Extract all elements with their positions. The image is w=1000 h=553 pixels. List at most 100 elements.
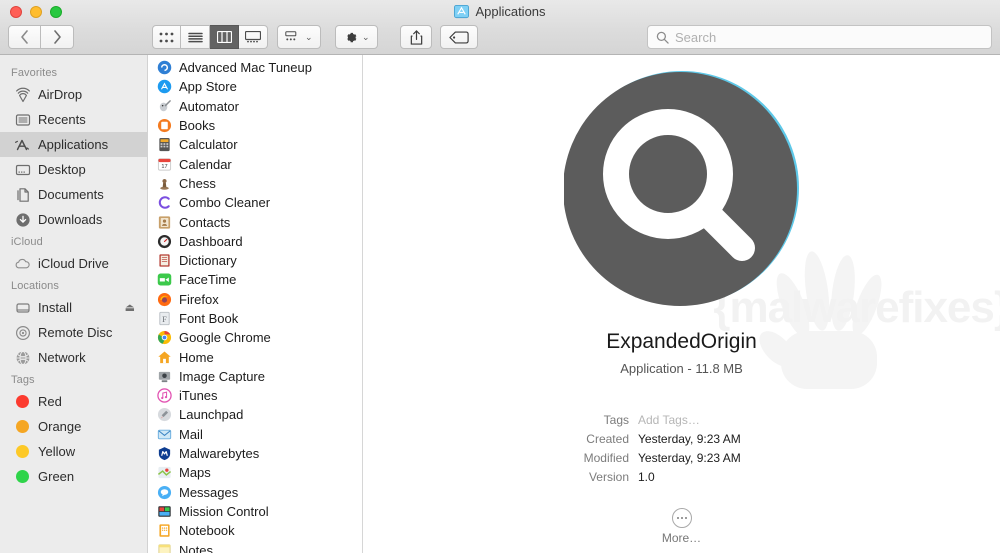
metadata-row-created: Created Yesterday, 9:23 AM: [363, 430, 1000, 449]
icon-view-button[interactable]: [152, 25, 181, 49]
app-icon-facetime: [157, 273, 172, 286]
sidebar-item-desktop[interactable]: Desktop: [0, 157, 147, 182]
column-view-button[interactable]: [210, 25, 239, 49]
remote-disc-icon: [14, 324, 31, 341]
sidebar-heading-favorites: Favorites: [11, 67, 58, 79]
sidebar-item-label: Applications: [38, 137, 109, 152]
list-item[interactable]: iTunes: [148, 386, 362, 405]
list-item[interactable]: Dashboard: [148, 232, 362, 251]
sidebar-item-downloads[interactable]: Downloads: [0, 207, 147, 232]
sidebar-heading-locations: Locations: [11, 280, 59, 292]
search-field[interactable]: Search: [647, 25, 992, 49]
list-item[interactable]: Calculator: [148, 135, 362, 154]
list-item[interactable]: Mission Control: [148, 502, 362, 521]
app-icon-google-chrome: [157, 331, 172, 345]
sidebar: Favorites AirDrop Recents Applications D…: [0, 55, 148, 553]
preview-kind-size: Application - 11.8 MB: [620, 361, 743, 376]
sidebar-item-icloud-drive[interactable]: iCloud Drive: [0, 251, 147, 276]
documents-icon: [14, 186, 31, 203]
list-item[interactable]: Firefox: [148, 290, 362, 309]
sidebar-item-airdrop[interactable]: AirDrop: [0, 82, 147, 107]
sidebar-item-label: Green: [38, 469, 75, 484]
app-icon-app-store: [157, 80, 172, 94]
app-icon-advanced-mac-tuneup: [157, 60, 172, 75]
app-icon-itunes: [157, 388, 172, 403]
add-tags-field[interactable]: Add Tags…: [638, 411, 700, 430]
file-list-column[interactable]: Advanced Mac Tuneup App Store Automator …: [148, 55, 363, 553]
list-item[interactable]: Launchpad: [148, 405, 362, 424]
sidebar-item-label: Recents: [38, 112, 86, 127]
network-globe-icon: [14, 349, 31, 366]
sidebar-item-label: iCloud Drive: [38, 256, 109, 271]
sidebar-item-tag-orange[interactable]: Orange: [0, 414, 147, 439]
disk-icon: [14, 299, 31, 316]
sidebar-item-applications[interactable]: Applications: [0, 132, 147, 157]
list-item[interactable]: FaceTime: [148, 270, 362, 289]
sidebar-item-label: Remote Disc: [38, 325, 113, 340]
list-item[interactable]: Chess: [148, 174, 362, 193]
sidebar-heading-tags: Tags: [11, 374, 35, 386]
app-icon-notebook: [159, 524, 170, 537]
list-item[interactable]: Notes: [148, 540, 362, 553]
more-button[interactable]: More…: [363, 508, 1000, 545]
list-item[interactable]: Messages: [148, 483, 362, 502]
tag-dot-icon: [14, 443, 31, 460]
list-item[interactable]: Google Chrome: [148, 328, 362, 347]
tags-button[interactable]: [440, 25, 478, 49]
list-item[interactable]: Mail: [148, 425, 362, 444]
sidebar-item-documents[interactable]: Documents: [0, 182, 147, 207]
sidebar-item-tag-yellow[interactable]: Yellow: [0, 439, 147, 464]
forward-button[interactable]: [41, 25, 74, 49]
titlebar: Applications ⌄ ⌄ Search: [0, 0, 1000, 55]
list-item[interactable]: Dictionary: [148, 251, 362, 270]
action-gear-button[interactable]: ⌄: [335, 25, 378, 49]
sidebar-item-remote-disc[interactable]: Remote Disc: [0, 320, 147, 345]
app-icon-launchpad: [157, 408, 172, 422]
list-item[interactable]: Combo Cleaner: [148, 193, 362, 212]
list-item[interactable]: App Store: [148, 77, 362, 96]
sidebar-item-tag-green[interactable]: Green: [0, 464, 147, 489]
list-item[interactable]: Advanced Mac Tuneup: [148, 58, 362, 77]
sidebar-item-tag-red[interactable]: Red: [0, 389, 147, 414]
arrange-button[interactable]: ⌄: [277, 25, 321, 49]
list-item[interactable]: Image Capture: [148, 367, 362, 386]
more-label: More…: [661, 531, 702, 545]
sidebar-item-network[interactable]: Network: [0, 345, 147, 370]
list-item[interactable]: Maps: [148, 463, 362, 482]
list-item[interactable]: Notebook: [148, 521, 362, 540]
eject-icon[interactable]: ⏏: [125, 301, 135, 314]
sidebar-item-label: AirDrop: [38, 87, 83, 102]
app-icon-calculator: [159, 138, 170, 152]
nav-buttons: [8, 25, 74, 49]
list-item[interactable]: Malwarebytes: [148, 444, 362, 463]
list-item[interactable]: F Font Book: [148, 309, 362, 328]
metadata-value: 1.0: [638, 470, 655, 484]
chevron-down-icon: ⌄: [362, 31, 370, 42]
list-view-button[interactable]: [181, 25, 210, 49]
gallery-view-button[interactable]: [239, 25, 268, 49]
list-item[interactable]: Automator: [148, 97, 362, 116]
metadata-value: Yesterday, 9:23 AM: [638, 432, 741, 446]
list-item[interactable]: 17 Calendar: [148, 154, 362, 173]
magnifier-app-icon: [563, 71, 799, 306]
more-dots-icon: [671, 508, 692, 528]
metadata-row-version: Version 1.0: [363, 468, 1000, 487]
recents-clock-icon: [14, 111, 31, 128]
app-icon-calendar: 17: [157, 158, 172, 171]
app-icon-firefox: [157, 292, 172, 306]
app-icon-font-book: F: [159, 311, 170, 326]
tag-dot-icon: [14, 393, 31, 410]
list-item[interactable]: Contacts: [148, 212, 362, 231]
list-item[interactable]: Home: [148, 347, 362, 366]
share-button[interactable]: [400, 25, 432, 49]
list-item[interactable]: Books: [148, 116, 362, 135]
window-title: Applications: [0, 4, 1000, 19]
app-icon-dashboard: [157, 234, 172, 248]
app-icon-maps: [157, 467, 172, 479]
sidebar-item-label: Documents: [38, 187, 104, 202]
sidebar-item-recents[interactable]: Recents: [0, 107, 147, 132]
sidebar-item-install[interactable]: Install ⏏: [0, 295, 147, 320]
icloud-drive-icon: [14, 255, 31, 272]
back-button[interactable]: [8, 25, 41, 49]
svg-text:17: 17: [161, 164, 167, 170]
